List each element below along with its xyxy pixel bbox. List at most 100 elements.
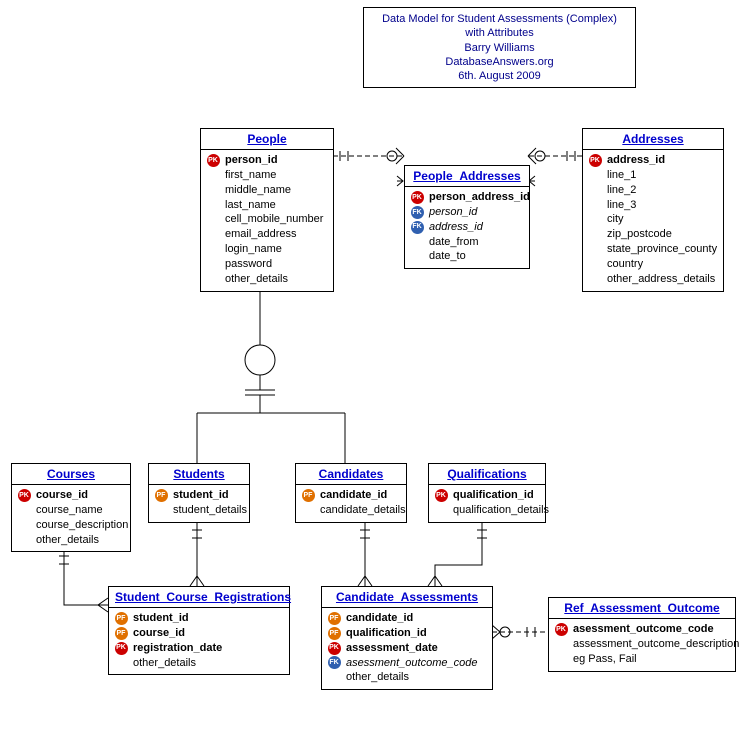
attr-label: line_3: [607, 198, 636, 213]
attr-row: zip_postcode: [587, 227, 719, 242]
attr-label: other_address_details: [607, 272, 715, 287]
attr-row: course_name: [16, 503, 126, 518]
title-line-1: Data Model for Student Assessments (Comp…: [374, 12, 625, 26]
attr-row: PK address_id: [587, 153, 719, 168]
attr-row: first_name: [205, 168, 329, 183]
entity-students: Students PF student_id student_details: [148, 463, 250, 523]
entity-addresses: Addresses PKaddress_id line_1 line_2 lin…: [582, 128, 724, 292]
attr-row: other_details: [326, 670, 488, 685]
attr-row: PK person_id: [205, 153, 329, 168]
entity-student-course-registrations: Student_Course_Registrations PF student_i…: [108, 586, 290, 675]
attr-row: state_province_county: [587, 242, 719, 257]
title-line-4: DatabaseAnswers.org: [374, 55, 625, 69]
attr-row: qualification_details: [433, 503, 541, 518]
entity-people-addresses: People_Addresses PKperson_address_id FKp…: [404, 165, 530, 269]
attr-row: PK registration_date: [113, 641, 285, 656]
attr-row: other_address_details: [587, 272, 719, 287]
attr-row: PK asessment_outcome_code: [553, 622, 731, 637]
entity-candidates-header: Candidates: [296, 464, 406, 485]
pk-icon: PK: [589, 154, 602, 167]
entity-people-header: People: [201, 129, 333, 150]
attr-label: qualification_id: [346, 626, 427, 641]
entity-courses: Courses PKcourse_id course_name course_d…: [11, 463, 131, 552]
title-line-3: Barry Williams: [374, 41, 625, 55]
attr-label: state_province_county: [607, 242, 717, 257]
entity-candidate-assessments: Candidate_Assessments PFcandidate_id PFq…: [321, 586, 493, 690]
entity-candidates: Candidates PFcandidate_id candidate_deta…: [295, 463, 407, 523]
attr-row: assessment_outcome_description: [553, 637, 731, 652]
title-line-5: 6th. August 2009: [374, 69, 625, 83]
attr-label: asessment_outcome_code: [573, 622, 714, 637]
attr-row: line_2: [587, 183, 719, 198]
attr-label: eg Pass, Fail: [573, 652, 637, 667]
attr-label: person_id: [429, 205, 477, 220]
entity-scr-header: Student_Course_Registrations: [109, 587, 289, 608]
attr-label: candidate_id: [346, 611, 413, 626]
attr-label: other_details: [225, 272, 288, 287]
attr-row: PF course_id: [113, 626, 285, 641]
entity-people: People PK person_id first_name middle_nam…: [200, 128, 334, 292]
attr-label: assessment_date: [346, 641, 438, 656]
attr-row: candidate_details: [300, 503, 402, 518]
entity-students-header: Students: [149, 464, 249, 485]
attr-label: qualification_id: [453, 488, 534, 503]
attr-row: date_from: [409, 235, 525, 250]
fk-icon: FK: [411, 206, 424, 219]
attr-row: cell_mobile_number: [205, 212, 329, 227]
attr-label: asessment_outcome_code: [346, 656, 477, 671]
pk-icon: PK: [328, 642, 341, 655]
attr-label: first_name: [225, 168, 276, 183]
attr-label: country: [607, 257, 643, 272]
attr-row: eg Pass, Fail: [553, 652, 731, 667]
attr-label: line_1: [607, 168, 636, 183]
attr-label: student_id: [133, 611, 189, 626]
entity-courses-header: Courses: [12, 464, 130, 485]
attr-label: assessment_outcome_description: [573, 637, 739, 652]
attr-label: password: [225, 257, 272, 272]
attr-label: city: [607, 212, 624, 227]
attr-row: middle_name: [205, 183, 329, 198]
attr-label: other_details: [133, 656, 196, 671]
attr-label: person_address_id: [429, 190, 530, 205]
attr-label: candidate_id: [320, 488, 387, 503]
attr-row: last_name: [205, 198, 329, 213]
attr-row: student_details: [153, 503, 245, 518]
attr-row: password: [205, 257, 329, 272]
attr-label: date_to: [429, 249, 466, 264]
attr-label: last_name: [225, 198, 276, 213]
attr-label: student_id: [173, 488, 229, 503]
pk-icon: PK: [435, 489, 448, 502]
attr-row: course_description: [16, 518, 126, 533]
attr-row: PKcourse_id: [16, 488, 126, 503]
attr-row: other_details: [16, 533, 126, 548]
attr-label: middle_name: [225, 183, 291, 198]
attr-row: PK qualification_id: [433, 488, 541, 503]
pk-icon: PK: [207, 154, 220, 167]
attr-row: PF candidate_id: [326, 611, 488, 626]
attr-label: address_id: [607, 153, 665, 168]
attr-row: country: [587, 257, 719, 272]
attr-row: login_name: [205, 242, 329, 257]
pk-icon: PK: [555, 623, 568, 636]
title-line-2: with Attributes: [374, 26, 625, 40]
attr-label: qualification_details: [453, 503, 549, 518]
attr-label: registration_date: [133, 641, 222, 656]
pf-icon: PF: [115, 627, 128, 640]
pf-icon: PF: [155, 489, 168, 502]
attr-row: FKasessment_outcome_code: [326, 656, 488, 671]
pf-icon: PF: [328, 612, 341, 625]
pk-icon: PK: [115, 642, 128, 655]
attr-row: other_details: [113, 656, 285, 671]
attr-label: person_id: [225, 153, 278, 168]
attr-label: candidate_details: [320, 503, 406, 518]
entity-ref-assessment-outcome: Ref_Assessment_Outcome PK asessment_outco…: [548, 597, 736, 672]
attr-row: FKaddress_id: [409, 220, 525, 235]
attr-label: cell_mobile_number: [225, 212, 323, 227]
entity-rao-header: Ref_Assessment_Outcome: [549, 598, 735, 619]
attr-row: line_3: [587, 198, 719, 213]
attr-label: course_id: [36, 488, 88, 503]
attr-label: course_id: [133, 626, 185, 641]
attr-row: PFcandidate_id: [300, 488, 402, 503]
attr-label: zip_postcode: [607, 227, 672, 242]
attr-label: date_from: [429, 235, 479, 250]
